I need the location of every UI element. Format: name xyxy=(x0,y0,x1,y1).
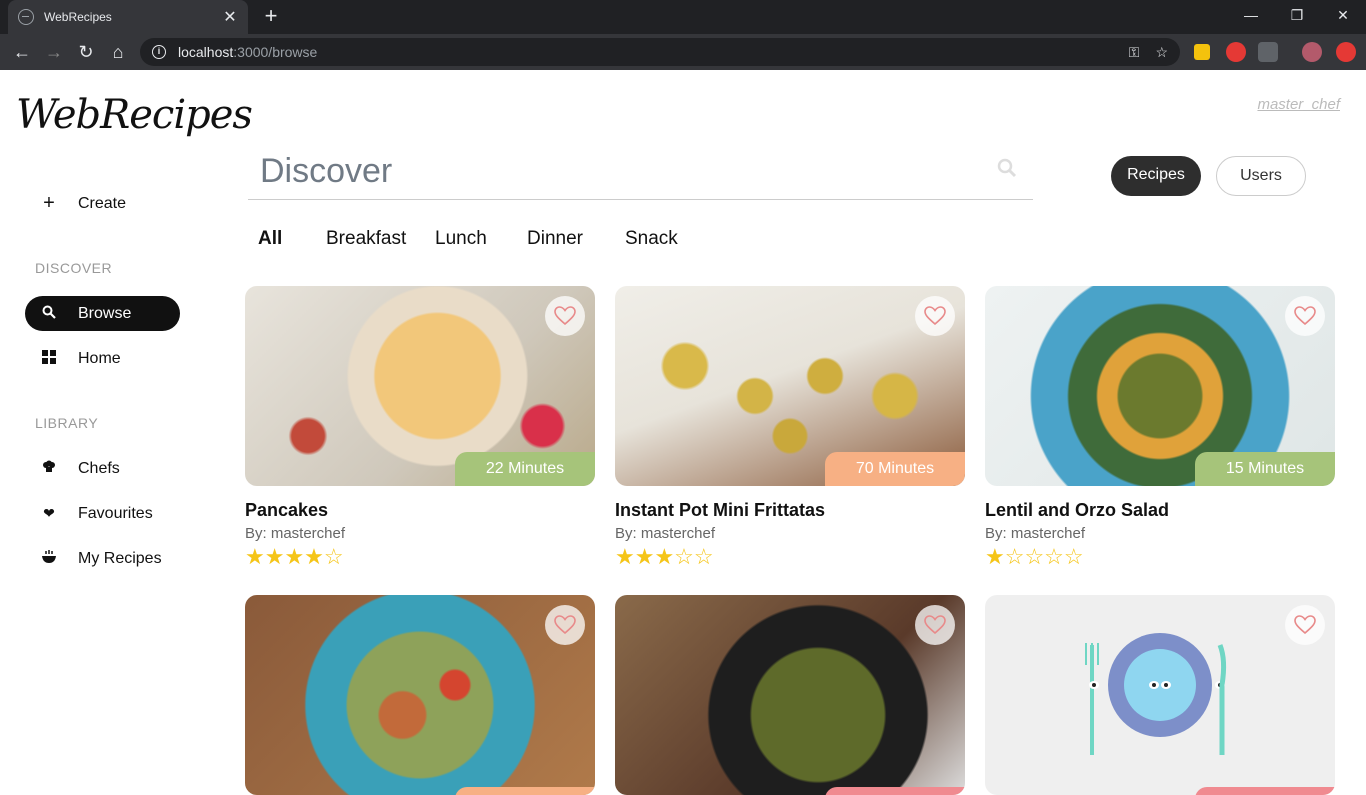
category-snack[interactable]: Snack xyxy=(625,228,678,250)
discover-section-head: DISCOVER xyxy=(35,260,113,276)
chef-hat-icon xyxy=(39,460,59,477)
recipe-image[interactable]: 15 Minutes xyxy=(985,286,1335,486)
recipe-author: By: masterchef xyxy=(245,525,346,542)
sidebar-item-label: Browse xyxy=(78,304,132,322)
home-browser-icon[interactable]: ⌂ xyxy=(105,39,131,65)
users-toggle-button[interactable]: Users xyxy=(1216,156,1306,196)
search-icon[interactable] xyxy=(997,158,1017,178)
close-tab-icon[interactable]: ✕ xyxy=(222,7,238,27)
tab-title: WebRecipes xyxy=(44,10,112,24)
cook-time-badge xyxy=(825,787,965,795)
favourite-heart-icon[interactable] xyxy=(915,605,955,645)
recipe-card[interactable] xyxy=(985,595,1335,795)
plate-illustration-icon xyxy=(1085,633,1227,755)
recipe-image[interactable] xyxy=(615,595,965,795)
favourite-heart-icon[interactable] xyxy=(1285,296,1325,336)
new-tab-button[interactable]: + xyxy=(258,4,284,30)
back-icon[interactable]: ← xyxy=(9,39,35,65)
browser-tab-bar: WebRecipes ✕ + — ❐ ✕ xyxy=(0,0,1366,34)
sidebar-item-home[interactable]: Home xyxy=(25,341,180,376)
library-section-head: LIBRARY xyxy=(35,415,99,431)
category-all[interactable]: All xyxy=(258,228,282,250)
sidebar-item-label: My Recipes xyxy=(78,549,162,567)
sidebar-item-chefs[interactable]: Chefs xyxy=(25,451,180,486)
cook-time-badge: 15 Minutes xyxy=(1195,452,1335,486)
bookmark-star-icon[interactable]: ☆ xyxy=(1155,44,1168,61)
recipe-image[interactable]: 22 Minutes xyxy=(245,286,595,486)
favourite-heart-icon[interactable] xyxy=(545,296,585,336)
search-bar xyxy=(248,146,1033,200)
recipe-title[interactable]: Instant Pot Mini Frittatas xyxy=(615,500,965,521)
heart-icon: ❤ xyxy=(43,505,55,521)
info-icon[interactable]: i xyxy=(152,45,166,59)
category-dinner[interactable]: Dinner xyxy=(527,228,583,250)
key-icon[interactable]: ⚿ xyxy=(1129,44,1140,61)
recipe-image[interactable] xyxy=(245,595,595,795)
sidebar-item-create[interactable]: + Create xyxy=(25,186,180,221)
recipe-image-placeholder[interactable] xyxy=(985,595,1335,795)
sidebar-item-favourites[interactable]: ❤ Favourites xyxy=(25,496,180,531)
recipe-card[interactable]: 15 Minutes Lentil and Orzo Salad By: mas… xyxy=(985,286,1335,570)
adblock-icon[interactable] xyxy=(1226,42,1246,62)
cook-time-badge: 70 Minutes xyxy=(825,452,965,486)
browser-tab[interactable]: WebRecipes ✕ xyxy=(8,0,248,34)
cook-time-badge xyxy=(455,787,595,795)
search-input[interactable] xyxy=(248,146,968,196)
recipe-image[interactable]: 70 Minutes xyxy=(615,286,965,486)
forward-icon[interactable]: → xyxy=(41,39,67,65)
update-icon[interactable] xyxy=(1336,42,1356,62)
username-link[interactable]: master_chef xyxy=(1257,96,1340,113)
close-window-icon[interactable]: ✕ xyxy=(1320,0,1366,30)
cook-time-badge xyxy=(1195,787,1335,795)
bowl-icon xyxy=(39,550,59,567)
recipe-card[interactable] xyxy=(245,595,595,795)
sidebar-item-label: Create xyxy=(78,194,127,212)
rating-stars: ★★★☆☆ xyxy=(615,544,714,569)
plus-icon: + xyxy=(43,192,55,214)
rating-stars: ★★★★☆ xyxy=(245,544,344,569)
sidebar-item-browse[interactable]: Browse xyxy=(25,296,180,331)
reload-icon[interactable]: ↻ xyxy=(73,39,99,65)
sidebar-item-label: Chefs xyxy=(78,459,120,477)
recipe-card[interactable]: 70 Minutes Instant Pot Mini Frittatas By… xyxy=(615,286,965,570)
shield-icon[interactable] xyxy=(1258,42,1278,62)
extension-icon[interactable] xyxy=(1194,44,1210,60)
sidebar-item-my-recipes[interactable]: My Recipes xyxy=(25,541,180,576)
recipe-title[interactable]: Pancakes xyxy=(245,500,595,521)
app-logo[interactable]: WebRecipes xyxy=(16,92,253,138)
category-breakfast[interactable]: Breakfast xyxy=(326,228,406,250)
restore-icon[interactable]: ❐ xyxy=(1274,0,1320,30)
sidebar-item-label: Favourites xyxy=(78,504,153,522)
category-lunch[interactable]: Lunch xyxy=(435,228,487,250)
url-host: localhost xyxy=(178,44,234,60)
recipe-card[interactable] xyxy=(615,595,965,795)
search-icon xyxy=(39,305,59,322)
recipe-card[interactable]: 22 Minutes Pancakes By: masterchef ★★★★☆ xyxy=(245,286,595,570)
browser-toolbar: ← → ↻ ⌂ i localhost:3000/browse ⚿ ☆ xyxy=(0,34,1366,70)
cook-time-badge: 22 Minutes xyxy=(455,452,595,486)
grid-icon xyxy=(39,350,59,367)
favourite-heart-icon[interactable] xyxy=(545,605,585,645)
minimize-icon[interactable]: — xyxy=(1228,0,1274,30)
url-path: :3000/browse xyxy=(233,44,318,60)
profile-avatar[interactable] xyxy=(1302,42,1322,62)
rating-stars: ★☆☆☆☆ xyxy=(985,544,1084,569)
favourite-heart-icon[interactable] xyxy=(915,296,955,336)
recipe-author: By: masterchef xyxy=(615,525,716,542)
recipe-author: By: masterchef xyxy=(985,525,1086,542)
address-bar[interactable]: i localhost:3000/browse ⚿ ☆ xyxy=(140,38,1180,66)
sidebar-item-label: Home xyxy=(78,349,121,367)
favourite-heart-icon[interactable] xyxy=(1285,605,1325,645)
recipe-title[interactable]: Lentil and Orzo Salad xyxy=(985,500,1335,521)
recipes-toggle-button[interactable]: Recipes xyxy=(1111,156,1201,196)
globe-icon xyxy=(18,9,34,25)
